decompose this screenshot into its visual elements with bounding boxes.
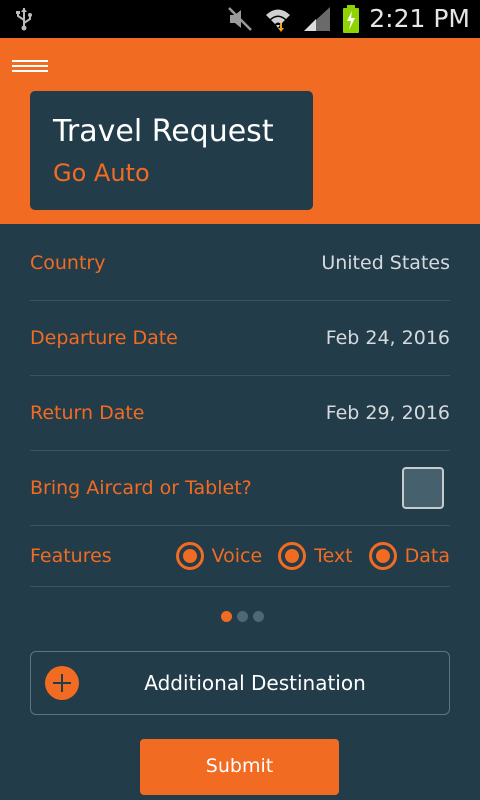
page-title: Travel Request — [53, 114, 274, 149]
title-card: Travel Request Go Auto — [30, 91, 313, 210]
page-subtitle: Go Auto — [53, 159, 150, 187]
usb-icon — [12, 6, 36, 32]
submit-button[interactable]: Submit — [140, 739, 339, 795]
feature-data-label: Data — [404, 545, 450, 567]
radio-selected-icon[interactable] — [368, 542, 397, 570]
radio-selected-icon[interactable] — [175, 542, 204, 570]
feature-text-label: Text — [314, 545, 353, 567]
signal-icon — [302, 5, 332, 33]
aircard-row: Bring Aircard or Tablet? — [30, 451, 450, 526]
feature-text-option[interactable]: Text — [278, 542, 353, 570]
country-row[interactable]: Country United States — [30, 226, 450, 301]
return-date-row[interactable]: Return Date Feb 29, 2016 — [30, 376, 450, 451]
return-date-value[interactable]: Feb 29, 2016 — [326, 376, 450, 450]
country-label: Country — [30, 252, 106, 274]
travel-form: Country United States Departure Date Feb… — [30, 226, 450, 587]
aircard-checkbox[interactable] — [402, 467, 444, 509]
page-indicator — [221, 611, 264, 622]
departure-date-value[interactable]: Feb 24, 2016 — [326, 301, 450, 375]
country-value[interactable]: United States — [321, 226, 450, 300]
wifi-icon — [264, 5, 292, 33]
features-row: Features Voice Text Data — [30, 526, 450, 587]
radio-selected-icon[interactable] — [278, 542, 307, 570]
additional-destination-button[interactable]: Additional Destination — [30, 651, 450, 715]
aircard-label: Bring Aircard or Tablet? — [30, 477, 252, 499]
battery-charging-icon — [342, 4, 360, 34]
departure-date-label: Departure Date — [30, 327, 178, 349]
features-label: Features — [30, 545, 112, 567]
status-bar: 2:21 PM — [0, 0, 480, 38]
hamburger-icon[interactable] — [12, 60, 48, 78]
app-header: Travel Request Go Auto — [0, 38, 480, 224]
features-options: Voice Text Data — [175, 526, 450, 586]
mute-icon — [226, 5, 254, 33]
feature-voice-option[interactable]: Voice — [175, 542, 263, 570]
page-dot[interactable] — [253, 611, 264, 622]
additional-destination-label: Additional Destination — [144, 671, 366, 695]
clock: 2:21 PM — [369, 4, 470, 33]
departure-date-row[interactable]: Departure Date Feb 24, 2016 — [30, 301, 450, 376]
page-dot[interactable] — [237, 611, 248, 622]
feature-data-option[interactable]: Data — [368, 542, 450, 570]
feature-voice-label: Voice — [211, 545, 263, 567]
return-date-label: Return Date — [30, 402, 145, 424]
page-dot-active[interactable] — [221, 611, 232, 622]
